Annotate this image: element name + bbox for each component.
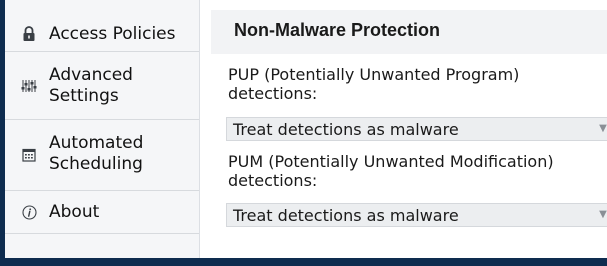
pum-detections-select[interactable]: Treat detections as malware ▼ [226, 203, 607, 227]
pup-detections-select[interactable]: Treat detections as malware ▼ [226, 117, 607, 141]
sidebar-item-access-policies[interactable]: Access Policies [5, 0, 199, 52]
dropdown-arrow-icon: ▼ [599, 209, 607, 220]
sidebar-item-label: About [49, 202, 100, 222]
main-panel: Non-Malware Protection PUP (Potentially … [201, 0, 607, 258]
sidebar-item-about[interactable]: About [5, 192, 199, 234]
settings-window: Access Policies Advanced Settings Automa… [0, 0, 607, 266]
sidebar-item-label: Access Policies [49, 24, 176, 44]
sidebar: Access Policies Advanced Settings Automa… [5, 0, 200, 258]
pup-detections-value: Treat detections as malware [233, 120, 459, 139]
sidebar-item-label: Advanced Settings [49, 65, 133, 107]
lock-icon [20, 25, 38, 43]
window-border-bottom [0, 258, 607, 266]
sidebar-item-label: Automated Scheduling [49, 133, 143, 175]
dropdown-arrow-icon: ▼ [599, 123, 607, 134]
pum-detections-value: Treat detections as malware [233, 206, 459, 225]
section-title: Non-Malware Protection [234, 20, 441, 40]
pup-detections-label: PUP (Potentially Unwanted Program) detec… [228, 65, 520, 103]
info-icon [20, 203, 38, 221]
sidebar-item-automated-scheduling[interactable]: Automated Scheduling [5, 121, 199, 191]
advanced-settings-label: Advanced Settings [49, 65, 133, 106]
calendar-icon [20, 146, 38, 164]
automated-scheduling-label: Automated Scheduling [49, 133, 144, 174]
pum-detections-label: PUM (Potentially Unwanted Modification) … [228, 152, 554, 190]
sliders-icon [20, 77, 38, 95]
sidebar-item-advanced-settings[interactable]: Advanced Settings [5, 53, 199, 120]
